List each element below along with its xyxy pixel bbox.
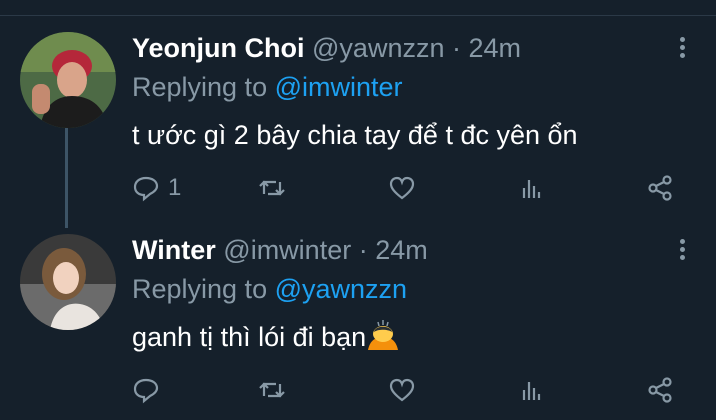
thread-line [65,128,68,228]
tweet-winter[interactable]: Winter @imwinter · 24m Replying to @yawn… [0,230,716,420]
separator: · [444,33,469,63]
display-name[interactable]: Yeonjun Choi [132,33,305,63]
share-button[interactable] [646,173,674,203]
tweet-text-row: ganh tị thì lói đi bạn [132,320,400,354]
analytics-button[interactable] [518,173,546,203]
tweet-header: Yeonjun Choi @yawnzzn · 24m [132,32,521,64]
reply-button[interactable] [132,375,168,405]
tweet-text: ganh tị thì lói đi bạn [132,322,367,352]
mention-link[interactable]: @yawnzzn [275,274,407,304]
user-handle[interactable]: @imwinter [223,235,351,265]
like-icon [389,176,415,200]
reply-icon [133,176,159,202]
analytics-button[interactable] [518,375,546,405]
replying-prefix: Replying to [132,274,275,304]
timestamp[interactable]: 24m [375,235,428,265]
like-icon [389,378,415,402]
share-icon [648,377,672,403]
reply-count: 1 [168,174,182,201]
reply-button[interactable]: 1 [132,173,181,203]
replying-prefix: Replying to [132,72,275,102]
person-bowing-icon [368,320,399,350]
tweet-text: t ước gì 2 bây chia tay để t đc yên ổn [132,120,578,150]
mention-link[interactable]: @imwinter [275,72,403,102]
replying-to: Replying to @yawnzzn [132,273,407,305]
timestamp[interactable]: 24m [468,33,521,63]
avatar-yeonjun[interactable] [20,32,116,128]
reply-icon [133,378,159,404]
retweet-button[interactable] [258,173,286,203]
display-name[interactable]: Winter [132,235,216,265]
share-icon [648,175,672,201]
more-icon[interactable] [672,34,692,64]
like-button[interactable] [388,375,416,405]
tweet-header: Winter @imwinter · 24m [132,234,428,266]
analytics-icon [522,180,541,198]
separator: · [351,235,376,265]
replying-to: Replying to @imwinter [132,71,403,103]
user-handle[interactable]: @yawnzzn [312,33,444,63]
analytics-icon [522,382,541,400]
share-button[interactable] [646,375,674,405]
tweet-yeonjun[interactable]: Yeonjun Choi @yawnzzn · 24m Replying to … [0,0,716,230]
like-button[interactable] [388,173,416,203]
retweet-icon [259,180,285,196]
retweet-icon [259,382,285,398]
avatar-winter[interactable] [20,234,116,330]
more-icon[interactable] [672,236,692,266]
retweet-button[interactable] [258,375,286,405]
